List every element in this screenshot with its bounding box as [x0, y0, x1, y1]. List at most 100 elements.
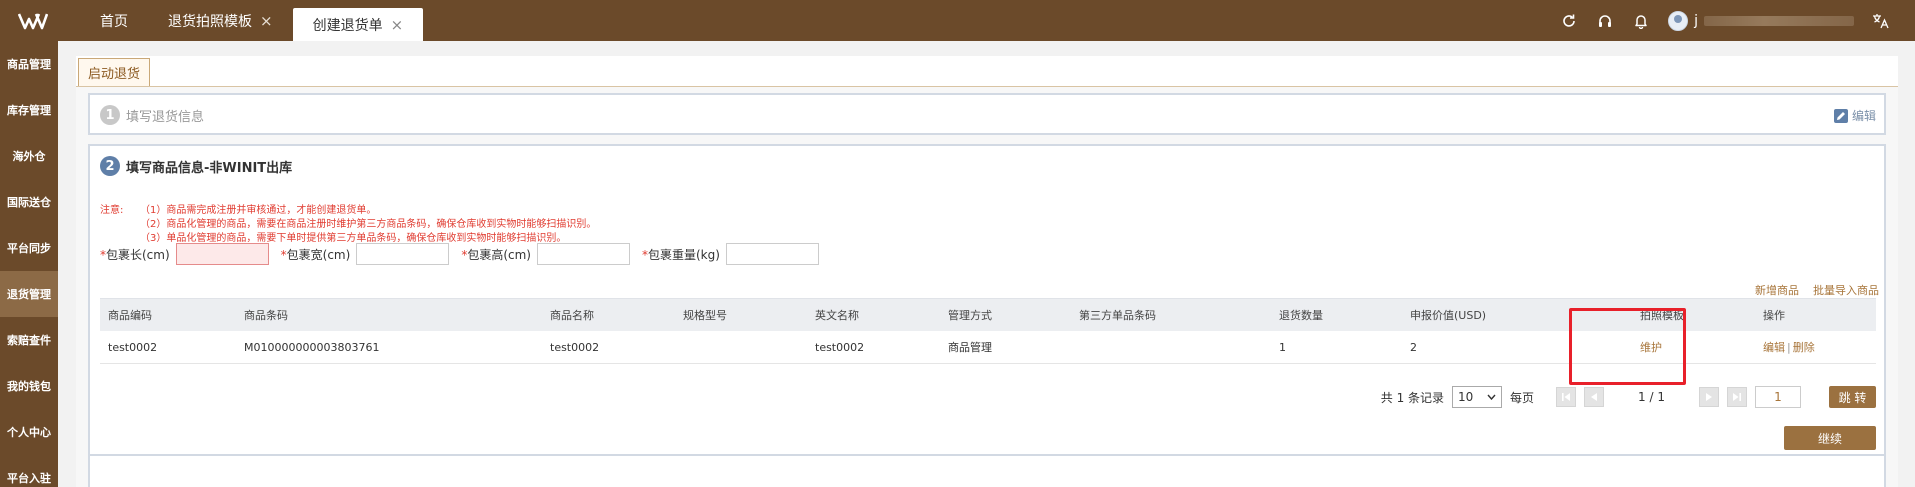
col-header: 第三方单品条码 [1079, 309, 1156, 322]
edit-label: 编辑 [1851, 109, 1876, 123]
first-page-icon [1562, 393, 1571, 401]
sidebar-item-platform-onboarding[interactable]: 平台入驻 [0, 455, 58, 487]
page-info: 1 / 1 [1638, 390, 1665, 404]
package-weight-input[interactable] [725, 243, 819, 265]
package-weight-field: *包裹重量(kg) [642, 243, 819, 265]
step3-panel [88, 454, 1886, 487]
tab-label: 退货拍照模板 [168, 13, 252, 30]
step1-title: 1 填写退货信息 [100, 105, 204, 125]
sidebar-item-product-management[interactable]: 商品管理 [0, 41, 58, 87]
next-page-button[interactable] [1699, 387, 1719, 407]
sidebar: 商品管理 库存管理 海外仓 国际送仓 平台同步 退货管理 索赔查件 我的钱包 个… [0, 41, 58, 487]
cell-return-quantity: 1 [1279, 340, 1286, 354]
user-menu[interactable]: j [1668, 10, 1854, 31]
cell-product-code: test0002 [108, 340, 158, 354]
col-header: 规格型号 [683, 309, 727, 322]
field-label: *包裹长(cm) [100, 247, 170, 262]
avatar [1668, 10, 1689, 31]
last-page-button[interactable] [1727, 387, 1747, 407]
col-header: 管理方式 [948, 309, 992, 322]
col-header: 操作 [1763, 309, 1785, 322]
main-content: 启动退货 1 填写退货信息 编辑 2 填写商品信息-非WINIT出库 注意: （… [76, 56, 1898, 487]
tab-home[interactable]: 首页 [80, 0, 148, 41]
sidebar-item-wallet[interactable]: 我的钱包 [0, 363, 58, 409]
continue-button[interactable]: 继续 [1784, 426, 1876, 450]
action-separator: | [1787, 341, 1791, 354]
sidebar-item-overseas-warehouse[interactable]: 海外仓 [0, 133, 58, 179]
first-page-button[interactable] [1556, 387, 1577, 407]
package-width-field: *包裹宽(cm) [281, 243, 450, 265]
pagination: 共 1 条记录 10 每页 1 / 1 1 跳 转 [1381, 386, 1876, 408]
sidebar-item-personal-center[interactable]: 个人中心 [0, 409, 58, 455]
col-header: 商品条码 [244, 309, 288, 322]
step2-number: 2 [100, 156, 120, 176]
user-name: j [1694, 12, 1698, 29]
close-icon[interactable]: × [260, 12, 273, 30]
prev-page-button[interactable] [1584, 387, 1605, 407]
edit-icon [1833, 108, 1848, 123]
prev-page-icon [1591, 393, 1598, 401]
cell-english-name: test0002 [815, 340, 865, 354]
jump-button[interactable]: 跳 转 [1829, 386, 1876, 408]
edit-row-link[interactable]: 编辑 [1763, 341, 1785, 354]
tab-label: 创建退货单 [312, 17, 383, 34]
subtab-start-return[interactable]: 启动退货 [78, 58, 151, 86]
sidebar-item-claims[interactable]: 索赔查件 [0, 317, 58, 363]
col-header: 拍照模板 [1640, 309, 1684, 322]
user-name-redacted [1704, 15, 1854, 26]
refresh-icon[interactable] [1560, 12, 1578, 30]
sidebar-item-return-management[interactable]: 退货管理 [0, 271, 58, 317]
step2-title: 2 填写商品信息-非WINIT出库 [100, 156, 292, 176]
per-page-label: 每页 [1510, 390, 1535, 405]
package-length-input[interactable] [175, 243, 269, 265]
add-product-link[interactable]: 新增商品 [1755, 282, 1799, 298]
sidebar-item-international-delivery[interactable]: 国际送仓 [0, 179, 58, 225]
step2-panel: 2 填写商品信息-非WINIT出库 注意: （1）商品需完成注册并审核通过，才能… [88, 144, 1886, 460]
top-bar: 首页 退货拍照模板 × 创建退货单 × j [0, 0, 1915, 41]
sidebar-item-platform-sync[interactable]: 平台同步 [0, 225, 58, 271]
cell-declared-value: 2 [1410, 340, 1417, 354]
product-table: 商品编码 商品条码 商品名称 规格型号 英文名称 管理方式 第三方单品条码 退货… [100, 298, 1876, 364]
bulk-import-link[interactable]: 批量导入商品 [1813, 282, 1879, 298]
field-label: *包裹宽(cm) [280, 247, 351, 262]
top-right-tools: j [1560, 0, 1915, 41]
step1-panel: 1 填写退货信息 编辑 [88, 93, 1886, 135]
delete-row-link[interactable]: 删除 [1793, 341, 1815, 354]
field-label: *包裹高(cm) [461, 247, 531, 262]
page-number-input[interactable]: 1 [1755, 386, 1801, 408]
package-length-field: *包裹长(cm) [100, 243, 269, 265]
logo[interactable] [0, 0, 65, 41]
notice-line-2: （2）商品化管理的商品，需要在商品注册时维护第三方商品条码，确保仓库收到实物时能… [140, 219, 597, 230]
translate-icon[interactable] [1872, 12, 1890, 30]
sidebar-item-inventory-management[interactable]: 库存管理 [0, 87, 58, 133]
field-label: *包裹重量(kg) [641, 247, 720, 262]
record-count: 共 1 条记录 [1380, 390, 1445, 405]
step2-title-text: 填写商品信息-非WINIT出库 [126, 160, 293, 176]
tab-return-photo-template[interactable]: 退货拍照模板 × [148, 0, 293, 41]
tab-create-return-order[interactable]: 创建退货单 × [292, 8, 424, 41]
step1-edit-button[interactable]: 编辑 [1833, 107, 1876, 124]
next-page-icon [1706, 393, 1712, 401]
close-icon[interactable]: × [391, 16, 404, 34]
col-header: 退货数量 [1279, 309, 1323, 322]
package-width-input[interactable] [356, 243, 450, 265]
step1-number: 1 [100, 105, 120, 125]
package-dimensions: *包裹长(cm) *包裹宽(cm) *包裹高(cm) *包裹重量(kg) [100, 243, 819, 265]
page-size-select[interactable]: 10 [1452, 386, 1503, 408]
package-height-input[interactable] [536, 243, 630, 265]
headset-icon[interactable] [1596, 12, 1614, 30]
cell-product-barcode: M010000000003803761 [244, 340, 380, 354]
col-header: 英文名称 [815, 309, 859, 322]
col-header: 申报价值(USD) [1410, 309, 1487, 322]
table-row: test0002 M010000000003803761 test0002 te… [100, 331, 1876, 364]
content-area: 1 填写退货信息 编辑 2 填写商品信息-非WINIT出库 注意: （1）商品需… [76, 86, 1898, 487]
maintain-template-link[interactable]: 维护 [1640, 341, 1662, 354]
bell-icon[interactable] [1632, 12, 1650, 30]
package-height-field: *包裹高(cm) [461, 243, 630, 265]
cell-actions: 编辑 | 删除 [1733, 339, 1873, 355]
chevron-down-icon [1487, 394, 1496, 400]
product-actions: 新增商品 批量导入商品 [1755, 282, 1879, 298]
col-header: 商品名称 [550, 309, 594, 322]
tab-bar: 首页 退货拍照模板 × 创建退货单 × [65, 0, 424, 41]
cell-product-name: test0002 [550, 340, 600, 354]
